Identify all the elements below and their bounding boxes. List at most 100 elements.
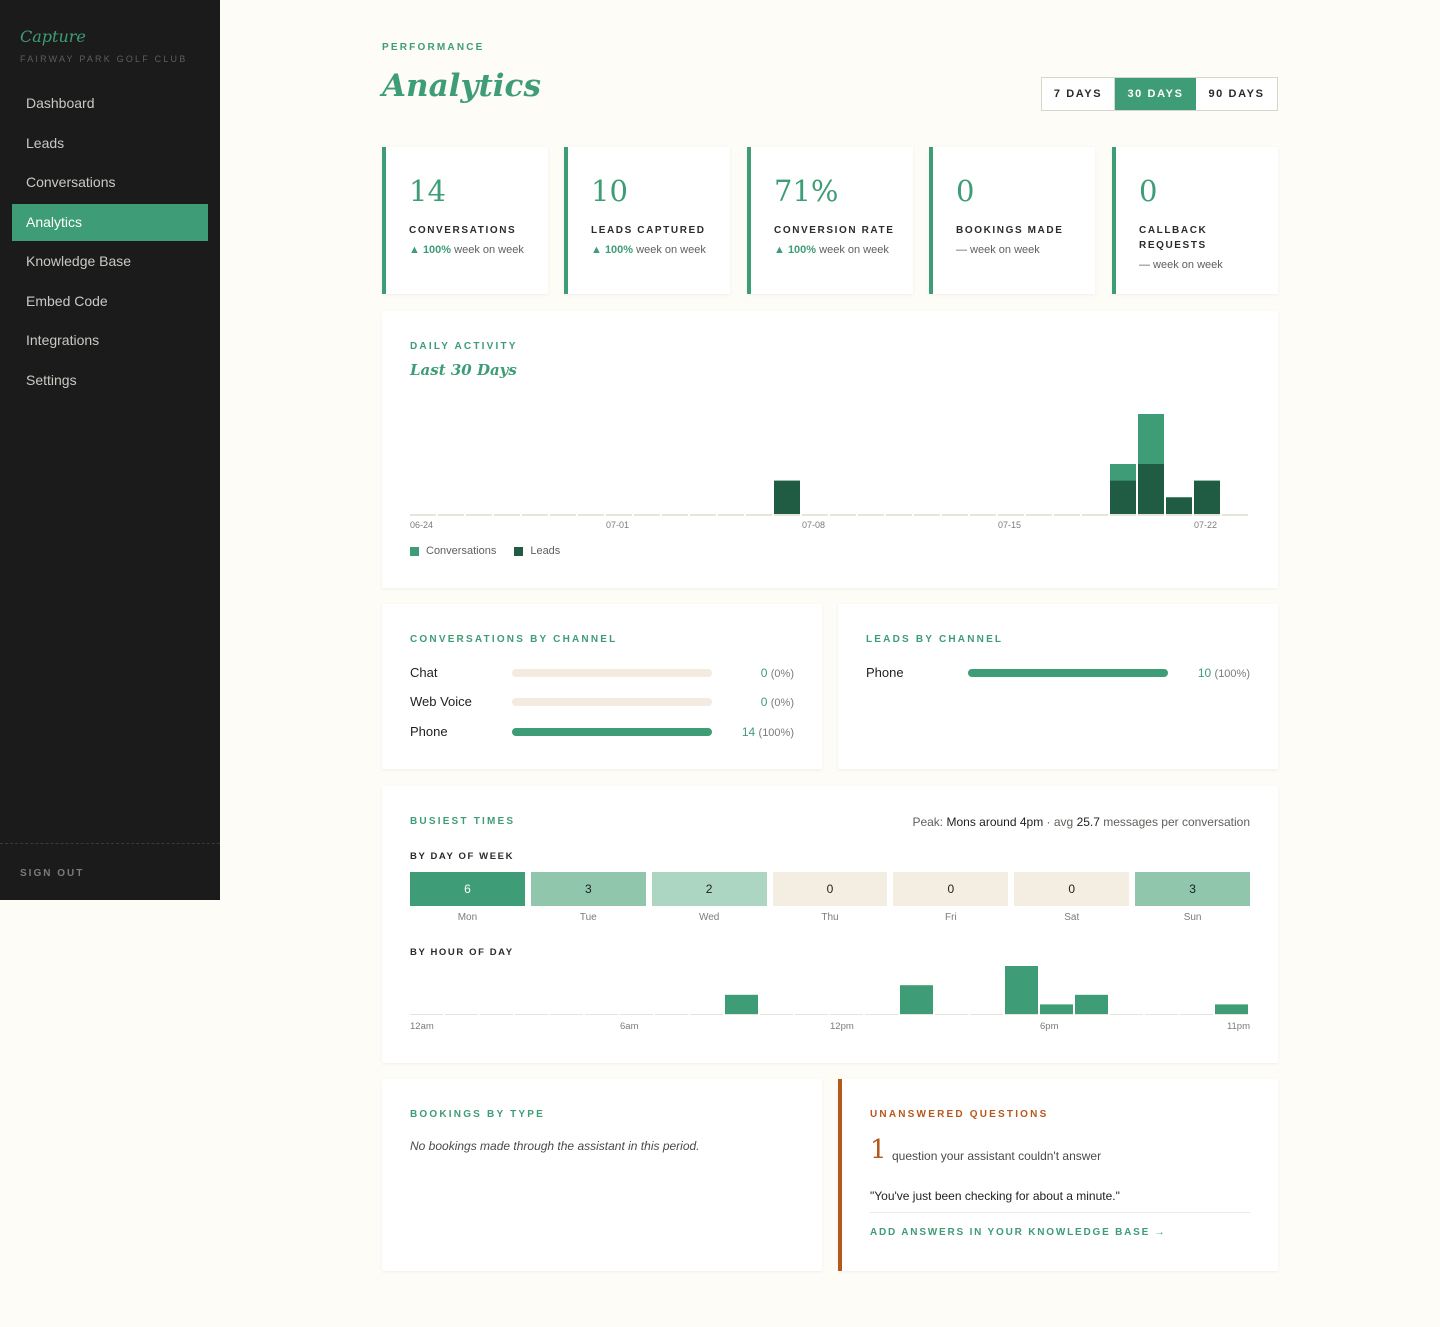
sidebar-divider <box>0 843 220 844</box>
day-column: 0 Thu <box>772 872 888 932</box>
bar-leads <box>1194 480 1220 514</box>
sidebar-item-conversations[interactable]: Conversations <box>12 164 208 201</box>
channel-count: 14 <box>741 725 756 739</box>
x-tick-label: 12pm <box>830 1021 854 1032</box>
stat-delta: — week on week <box>1139 259 1223 271</box>
stat-value: 10 <box>591 174 628 208</box>
range-7-days-button[interactable]: 7 DAYS <box>1042 78 1115 110</box>
day-cell: 0 <box>893 872 1009 906</box>
baseline-segment <box>494 514 520 516</box>
channel-value: 0 (0%) <box>761 666 794 680</box>
bookings-by-type-card: BOOKINGS BY TYPE No bookings made throug… <box>382 1079 822 1271</box>
baseline-segment <box>515 1014 548 1015</box>
sidebar: Capture FAIRWAY PARK GOLF CLUB Dashboard… <box>0 0 220 900</box>
baseline-segment <box>1110 514 1136 516</box>
baseline-segment <box>480 1014 513 1015</box>
channel-count: 0 <box>760 666 768 680</box>
channel-count: 0 <box>760 695 768 709</box>
unanswered-description: question your assistant couldn't answer <box>892 1149 1102 1163</box>
baseline-segment <box>725 1014 758 1015</box>
sidebar-item-embed-code[interactable]: Embed Code <box>12 283 208 320</box>
x-tick-label: 6am <box>620 1021 639 1032</box>
card-title: UNANSWERED QUESTIONS <box>870 1109 1049 1120</box>
channel-row: Web Voice 0 (0%) <box>410 692 794 712</box>
day-column: 3 Sun <box>1135 872 1251 932</box>
sidebar-item-integrations[interactable]: Integrations <box>12 322 208 359</box>
day-column: 0 Sat <box>1014 872 1130 932</box>
baseline-segment <box>830 1014 863 1015</box>
baseline-segment <box>1054 514 1080 516</box>
add-answers-link[interactable]: ADD ANSWERS IN YOUR KNOWLEDGE BASE → <box>870 1227 1166 1238</box>
day-column: 0 Fri <box>893 872 1009 932</box>
baseline-segment <box>1180 1014 1213 1015</box>
baseline-segment <box>998 514 1024 516</box>
day-of-week-heatmap: 6 Mon 3 Tue 2 Wed 0 Thu 0 Fri 0 Sat 3 Sun <box>410 872 1251 932</box>
channel-bar-track <box>968 669 1168 677</box>
day-of-week-label: BY DAY OF WEEK <box>410 851 515 862</box>
day-label: Wed <box>698 912 720 923</box>
stat-delta: ▲ 100% week on week <box>409 244 524 256</box>
bar-hour <box>1040 1004 1073 1014</box>
bar-leads <box>774 480 800 514</box>
baseline-segment <box>1145 1014 1178 1015</box>
brand-logo[interactable]: Capture <box>20 27 86 46</box>
baseline-segment <box>655 1014 688 1015</box>
stat-card-conversion-rate: 71% CONVERSION RATE ▲ 100% week on week <box>747 147 913 294</box>
sidebar-item-knowledge-base[interactable]: Knowledge Base <box>12 243 208 280</box>
baseline-segment <box>445 1014 478 1015</box>
leads-by-channel-card: LEADS BY CHANNEL Phone 10 (100%) <box>838 604 1278 769</box>
range-90-days-button[interactable]: 90 DAYS <box>1196 78 1277 110</box>
sign-out-button[interactable]: SIGN OUT <box>20 868 84 879</box>
sidebar-item-settings[interactable]: Settings <box>12 362 208 399</box>
baseline-segment <box>410 1014 443 1015</box>
day-cell: 0 <box>772 872 888 906</box>
baseline-segment <box>606 514 632 516</box>
stat-value: 14 <box>409 174 446 208</box>
day-cell: 2 <box>651 872 767 906</box>
channel-name: Web Voice <box>410 694 472 709</box>
chart-legend: Conversations Leads <box>410 545 560 557</box>
channel-name: Chat <box>410 665 438 680</box>
range-30-days-button[interactable]: 30 DAYS <box>1115 78 1196 110</box>
baseline-segment <box>1005 1014 1038 1015</box>
sidebar-item-leads[interactable]: Leads <box>12 125 208 162</box>
baseline-segment <box>585 1014 618 1015</box>
channel-row: Phone 14 (100%) <box>410 722 794 742</box>
channel-bar-track <box>512 728 712 736</box>
day-label: Sat <box>1064 912 1080 923</box>
stat-label: CONVERSION RATE <box>774 225 895 236</box>
baseline-segment <box>830 514 856 516</box>
stat-card-callbacks: 0 CALLBACK REQUESTS — week on week <box>1112 147 1278 294</box>
baseline-segment <box>550 514 576 516</box>
stat-value: 0 <box>956 174 975 208</box>
baseline-segment <box>718 514 744 516</box>
baseline-segment <box>410 514 436 516</box>
baseline-segment <box>746 514 772 516</box>
bar-leads <box>1138 464 1164 514</box>
baseline-segment <box>858 514 884 516</box>
baseline-segment <box>1194 514 1220 516</box>
sidebar-item-analytics[interactable]: Analytics <box>12 203 208 241</box>
unanswered-question-item: "You've just been checking for about a m… <box>870 1189 1120 1203</box>
card-subtitle: Last 30 Days <box>410 361 517 379</box>
sidebar-item-dashboard[interactable]: Dashboard <box>12 85 208 122</box>
delta-value: ▲ 100% <box>591 244 634 256</box>
baseline-segment <box>466 514 492 516</box>
channel-name: Phone <box>866 665 904 680</box>
day-label: Tue <box>579 912 597 923</box>
daily-activity-chart: 06-24 07-01 07-08 07-15 07-22 <box>410 414 1248 530</box>
peak-prefix: Peak: <box>912 815 947 829</box>
baseline-segment <box>1138 514 1164 516</box>
baseline-segment <box>438 514 464 516</box>
date-range-selector: 7 DAYS 30 DAYS 90 DAYS <box>1041 77 1278 111</box>
legend-label: Conversations <box>426 545 497 557</box>
peak-summary: Peak: Mons around 4pm · avg 25.7 message… <box>912 815 1250 829</box>
baseline-segment <box>620 1014 653 1015</box>
x-tick-label: 07-01 <box>606 520 629 530</box>
stat-delta: — week on week <box>956 244 1040 256</box>
channel-pct: (0%) <box>770 668 794 680</box>
x-tick-label: 07-08 <box>802 520 825 530</box>
daily-activity-card: DAILY ACTIVITY Last 30 Days 06-24 07-01 07… <box>382 311 1278 588</box>
day-column: 6 Mon <box>410 872 525 932</box>
stat-label: CALLBACK REQUESTS <box>1139 225 1208 251</box>
